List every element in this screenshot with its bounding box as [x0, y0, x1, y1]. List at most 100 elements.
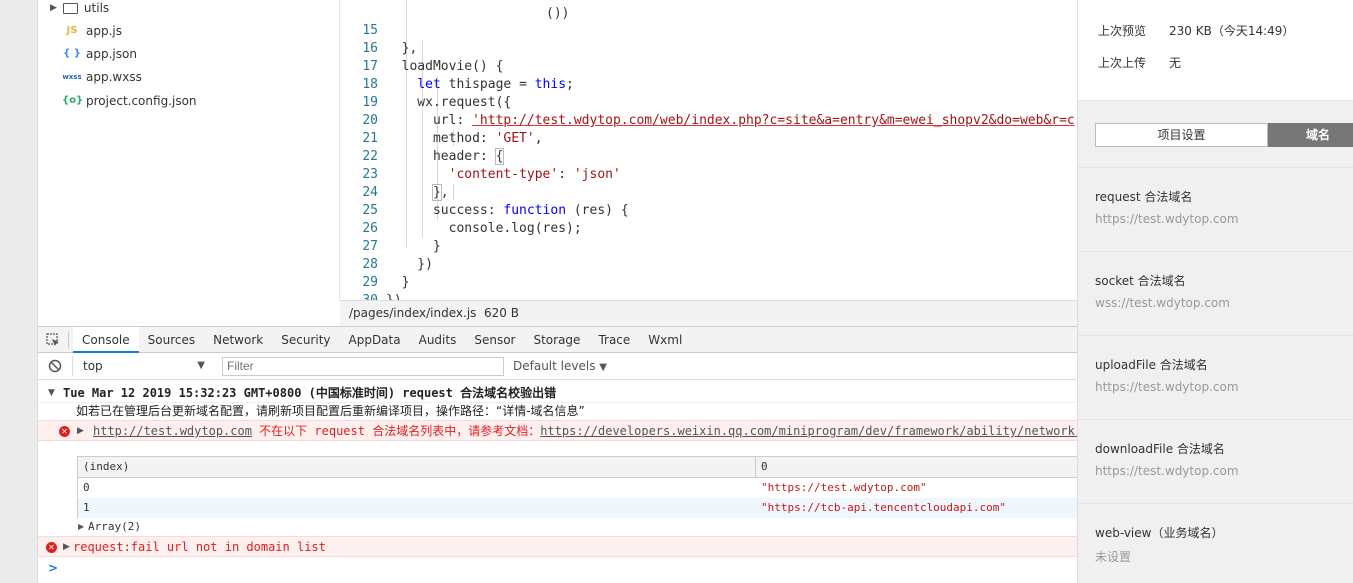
tab-separator — [68, 331, 69, 348]
tree-item-utils[interactable]: ▶ utils — [50, 0, 109, 19]
domain-value: https://test.wdytop.com — [1095, 464, 1239, 478]
log-levels-select[interactable]: Default levels ▼ — [513, 359, 607, 373]
json-file-icon: { } — [63, 48, 81, 59]
console-output: ▼ Tue Mar 12 2019 15:32:23 GMT+0800 (中国标… — [38, 380, 1077, 583]
tree-item-project-config[interactable]: {o} project.config.json — [62, 90, 197, 112]
editor-status-bar: /pages/index/index.js 620 B — [340, 300, 1077, 326]
code-line: 26 } — [340, 202, 1077, 254]
tab-sources[interactable]: Sources — [139, 327, 204, 353]
code-text: }) — [386, 292, 402, 300]
domain-value: https://test.wdytop.com — [1095, 380, 1239, 394]
filter-input[interactable] — [222, 356, 504, 376]
table-header-value: 0 — [761, 460, 768, 473]
error-icon: ✕ — [59, 426, 70, 437]
inspect-element-icon[interactable] — [38, 327, 68, 353]
tab-console[interactable]: Console — [73, 326, 139, 353]
line-number: 30 — [340, 292, 378, 300]
error-text: 不在以下 request 合法域名列表中，请参考文档： — [251, 424, 541, 438]
code-line: 20 method: 'GET', — [340, 94, 1077, 146]
expand-arrow-icon[interactable]: ▶ — [50, 0, 57, 19]
console-error-line: ✕ ▶ http://test.wdytop.com 不在以下 request … — [38, 420, 1077, 441]
info-block: 上次预览 230 KB（今天14:49） 上次上传 无 — [1078, 0, 1353, 101]
console-array-line[interactable]: ▶ Array(2) — [38, 518, 1077, 536]
info-text: 如若已在管理后台更新域名配置，请刷新项目配置后重新编译项目，操作路径：“详情-域… — [76, 404, 585, 418]
devtools-tab-bar: Console Sources Network Security AppData… — [38, 326, 1077, 353]
tree-item-label: app.json — [86, 47, 137, 61]
console-table: (index) 0 0 "https://test.wdytop.com" 1 … — [77, 456, 1077, 518]
error-url-link[interactable]: http://test.wdytop.com — [93, 424, 252, 438]
tree-item-app-js[interactable]: JS app.js — [62, 20, 122, 42]
domain-title: web-view（业务域名） — [1095, 526, 1224, 540]
tree-item-app-wxss[interactable]: wxss app.wxss — [62, 66, 142, 88]
domain-value: 未设置 — [1095, 550, 1132, 564]
table-row: 0 "https://test.wdytop.com" — [78, 478, 1077, 498]
log-levels-label: Default levels — [513, 359, 596, 373]
tab-storage[interactable]: Storage — [524, 327, 589, 353]
domain-title: request 合法域名 — [1095, 190, 1193, 204]
last-upload-label: 上次上传 — [1098, 56, 1147, 70]
table-header-index: (index) — [83, 460, 130, 473]
console-group-header[interactable]: ▼ Tue Mar 12 2019 15:32:23 GMT+0800 (中国标… — [38, 383, 1077, 403]
tree-item-label: project.config.json — [86, 94, 197, 108]
file-tree: ▶ utils JS app.js { } app.json wxss app.… — [38, 0, 340, 300]
expand-arrow-icon[interactable]: ▶ — [78, 518, 84, 536]
domain-section-webview: web-view（业务域名） 未设置 — [1078, 503, 1353, 583]
console-info-line: 如若已在管理后台更新域名配置，请刷新项目配置后重新编译项目，操作路径：“详情-域… — [38, 401, 1077, 421]
last-preview-label: 上次预览 — [1098, 24, 1147, 38]
code-line: 17 let thispage = this; — [340, 40, 1077, 92]
array-label: Array(2) — [88, 520, 141, 533]
console-toolbar: top ▼ Default levels ▼ — [38, 353, 1077, 380]
last-upload-value: 无 — [1169, 56, 1182, 70]
tab-project-settings[interactable]: 项目设置 — [1095, 123, 1268, 147]
tree-item-label: app.js — [86, 24, 122, 38]
tab-trace[interactable]: Trace — [589, 327, 639, 353]
tab-appdata[interactable]: AppData — [340, 327, 410, 353]
table-cell-index: 0 — [83, 481, 90, 494]
tab-network[interactable]: Network — [204, 327, 272, 353]
code-editor[interactable]: ()) 15 }, 16 loadMovie() { 17 let thispa… — [340, 0, 1077, 300]
tab-wxml[interactable]: Wxml — [639, 327, 691, 353]
error-message: http://test.wdytop.com 不在以下 request 合法域名… — [93, 421, 1077, 442]
fail-message: request:fail url not in domain list — [73, 540, 326, 554]
code-line: 15 }, — [340, 4, 1077, 56]
console-prompt[interactable]: > — [48, 558, 58, 578]
dropdown-arrow-icon: ▼ — [599, 362, 607, 373]
domain-title: socket 合法域名 — [1095, 274, 1186, 288]
table-header-row: (index) 0 — [78, 457, 1077, 518]
console-prompt-line[interactable]: > — [38, 558, 1077, 578]
settings-panel: 上次预览 230 KB（今天14:49） 上次上传 无 项目设置 域名 requ… — [1077, 0, 1353, 583]
code-line: 23 }, — [340, 148, 1077, 201]
code-line: 18 wx.request({ — [340, 58, 1077, 110]
config-file-icon: {o} — [62, 95, 84, 106]
wxss-file-icon: wxss — [62, 73, 82, 81]
code-line: 29 }) — [340, 256, 1077, 300]
tab-security[interactable]: Security — [272, 327, 339, 353]
domain-section-socket: socket 合法域名 wss://test.wdytop.com — [1078, 251, 1353, 335]
file-path: /pages/index/index.js — [349, 306, 477, 320]
code-line: 22 'content-type': 'json' — [340, 130, 1077, 182]
context-select[interactable]: top ▼ — [72, 356, 208, 376]
domain-value: wss://test.wdytop.com — [1095, 296, 1230, 310]
tab-sensor[interactable]: Sensor — [465, 327, 524, 353]
clear-console-icon[interactable] — [38, 359, 72, 373]
settings-tab-bar: 项目设置 域名 — [1095, 123, 1353, 147]
doc-link[interactable]: https://developers.weixin.qq.com/minipro… — [540, 424, 1077, 438]
tab-domain[interactable]: 域名 — [1268, 123, 1353, 147]
code-line: 19 url: 'http://test.wdytop.com/web/inde… — [340, 76, 1077, 128]
console-fail-line: ✕ ▶ request:fail url not in domain list — [38, 536, 1077, 557]
domain-section-request: request 合法域名 https://test.wdytop.com — [1078, 167, 1353, 251]
last-preview-value: 230 KB（今天14:49） — [1169, 24, 1295, 38]
collapse-arrow-icon[interactable]: ▼ — [48, 383, 55, 403]
domain-section-upload: uploadFile 合法域名 https://test.wdytop.com — [1078, 335, 1353, 419]
domain-title: downloadFile 合法域名 — [1095, 442, 1225, 456]
file-size: 620 B — [484, 306, 519, 320]
expand-arrow-icon[interactable]: ▶ — [63, 537, 70, 558]
dropdown-arrow-icon: ▼ — [197, 360, 205, 371]
domain-section-download: downloadFile 合法域名 https://test.wdytop.co… — [1078, 419, 1353, 503]
tree-item-app-json[interactable]: { } app.json — [62, 43, 137, 65]
tab-audits[interactable]: Audits — [410, 327, 466, 353]
code-line: 25 console.log(res); — [340, 184, 1077, 236]
js-file-icon: JS — [66, 25, 78, 36]
domain-title: uploadFile 合法域名 — [1095, 358, 1208, 372]
expand-arrow-icon[interactable]: ▶ — [77, 421, 84, 442]
